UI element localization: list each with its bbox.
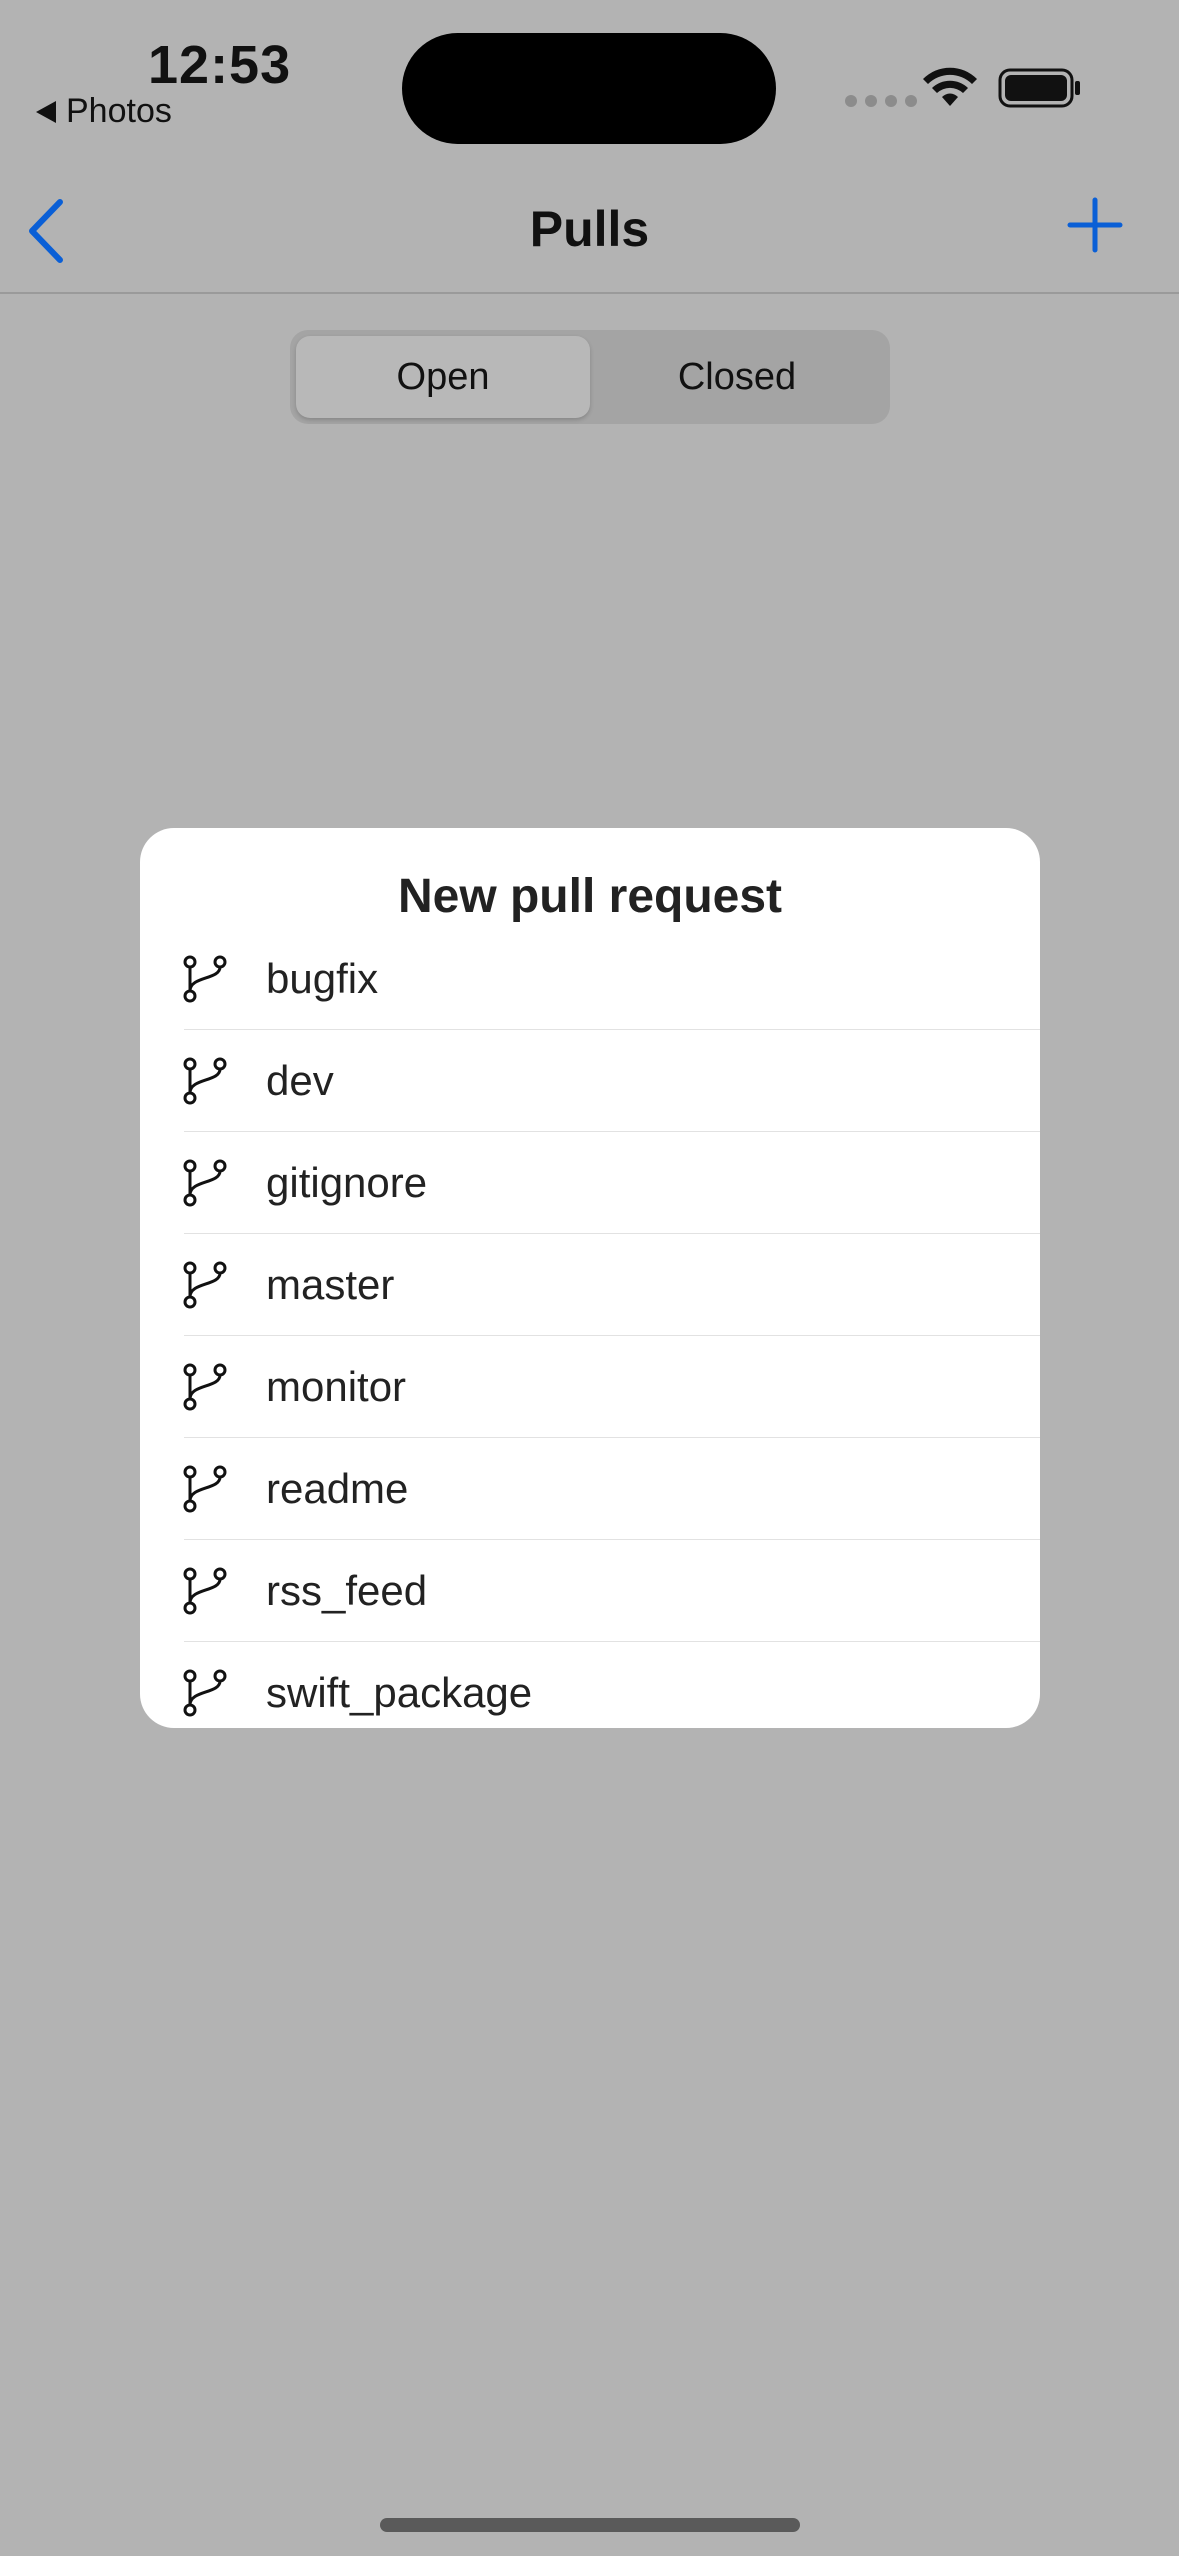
branch-label: dev [266, 1057, 334, 1104]
git-branch-icon [183, 1465, 227, 1513]
branch-label: swift_package [266, 1669, 533, 1716]
git-branch-icon [183, 1261, 227, 1309]
segment-closed[interactable]: Closed [590, 336, 884, 418]
branch-label: monitor [266, 1363, 407, 1410]
git-branch-icon [183, 955, 227, 1003]
branch-label: bugfix [266, 955, 379, 1002]
branch-label: gitignore [266, 1159, 428, 1206]
home-indicator[interactable] [380, 2518, 800, 2532]
branch-item-monitor[interactable]: monitor [140, 1336, 1040, 1438]
git-branch-icon [183, 1669, 227, 1717]
battery-icon [998, 68, 1080, 108]
branch-item-readme[interactable]: readme [140, 1438, 1040, 1540]
git-branch-icon [183, 1567, 227, 1615]
back-app-label: Photos [66, 92, 172, 130]
git-branch-icon [183, 1159, 227, 1207]
branch-label: master [266, 1261, 395, 1308]
cellular-signal-icon [845, 95, 917, 107]
state-segmented-control: Open Closed [290, 330, 890, 424]
navigation-bar: Pulls [0, 160, 1179, 294]
git-branch-icon [183, 1057, 227, 1105]
wifi-icon [923, 67, 977, 106]
new-pull-request-popup: New pull request bugfix dev gitignore ma… [140, 828, 1040, 1728]
back-triangle-icon [36, 100, 56, 123]
page-title: Pulls [529, 201, 650, 257]
branch-item-master[interactable]: master [140, 1234, 1040, 1336]
branch-list: bugfix dev gitignore master monitor read… [140, 928, 1040, 1728]
branch-label: readme [266, 1465, 409, 1512]
segment-open[interactable]: Open [296, 336, 590, 418]
screen: 12:53 Photos Pulls Open Closed New pull … [0, 0, 1179, 2556]
branch-item-bugfix[interactable]: bugfix [140, 928, 1040, 1030]
branch-item-dev[interactable]: dev [140, 1030, 1040, 1132]
branch-item-swift-package[interactable]: swift_package [140, 1642, 1040, 1728]
dynamic-island [402, 33, 776, 144]
branch-item-rss-feed[interactable]: rss_feed [140, 1540, 1040, 1642]
back-to-app-link[interactable]: Photos [36, 92, 172, 131]
branch-item-gitignore[interactable]: gitignore [140, 1132, 1040, 1234]
popup-title: New pull request [397, 870, 783, 923]
branch-label: rss_feed [266, 1567, 428, 1614]
git-branch-icon [183, 1363, 227, 1411]
plus-icon[interactable] [1066, 196, 1124, 254]
status-time: 12:53 [148, 35, 292, 95]
